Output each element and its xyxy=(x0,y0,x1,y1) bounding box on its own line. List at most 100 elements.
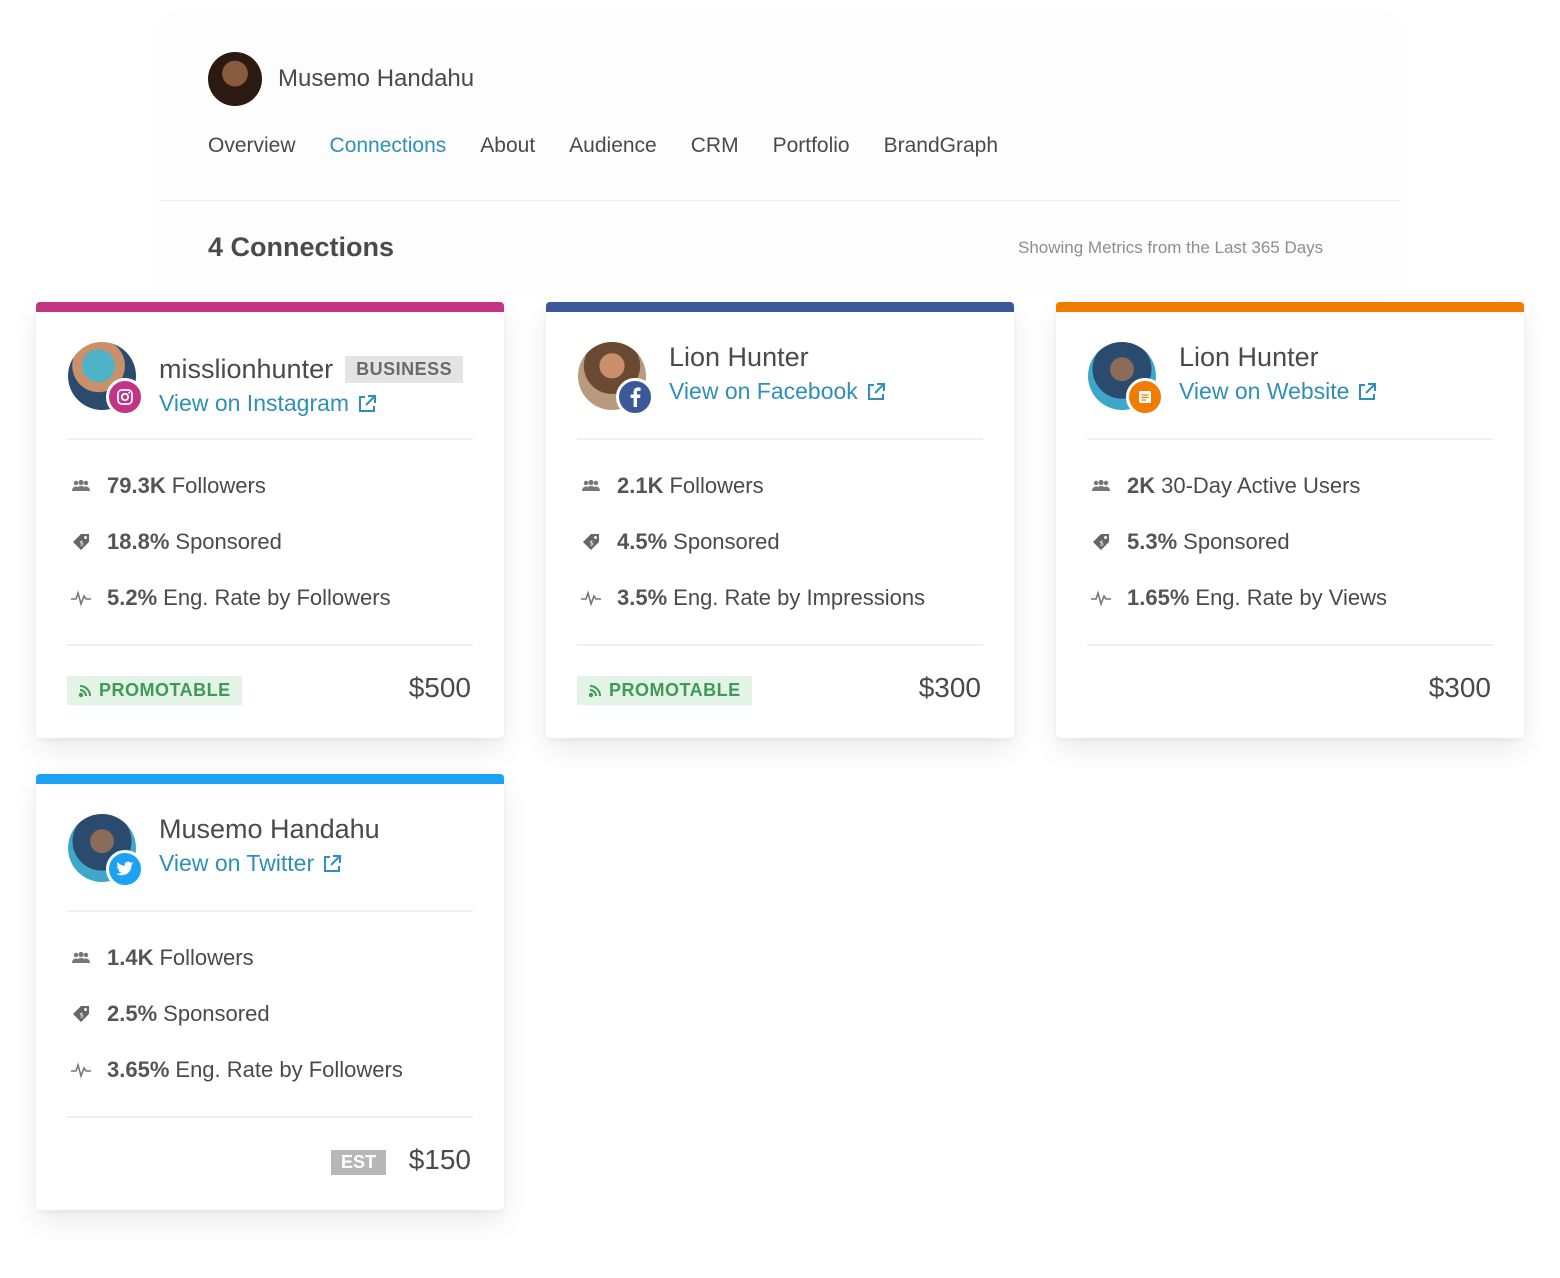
users-icon xyxy=(1090,479,1112,493)
stats-list: 2K 30-Day Active Users $ 5.3% Sponsored … xyxy=(1056,440,1524,644)
price: $300 xyxy=(1428,672,1491,703)
tab-overview[interactable]: Overview xyxy=(208,134,296,158)
price-tag-icon: $ xyxy=(70,532,92,552)
card-accent-bar xyxy=(36,774,504,784)
stat-label: Followers xyxy=(171,473,266,498)
view-on-instagram-link[interactable]: View on Instagram xyxy=(159,390,377,417)
stat-value: 3.65% xyxy=(107,1057,170,1082)
stat-sponsored: $ 4.5% Sponsored xyxy=(546,514,1014,570)
users-icon xyxy=(70,479,92,493)
card-accent-bar xyxy=(36,302,504,312)
stat-value: 2.5% xyxy=(107,1001,158,1026)
connection-card-twitter[interactable]: Musemo Handahu View on Twitter 1.4K Foll… xyxy=(36,774,504,1210)
tab-brandgraph[interactable]: BrandGraph xyxy=(884,134,998,158)
tab-connections[interactable]: Connections xyxy=(330,134,447,158)
connection-card-instagram[interactable]: misslionhunter BUSINESS View on Instagra… xyxy=(36,302,504,738)
stat-engagement: 3.5% Eng. Rate by Impressions xyxy=(546,570,1014,626)
price: $500 xyxy=(408,672,471,703)
promotable-badge: PROMOTABLE xyxy=(67,676,242,705)
stat-label: Eng. Rate by Impressions xyxy=(673,585,926,610)
stat-engagement: 3.65% Eng. Rate by Followers xyxy=(36,1042,504,1098)
promotable-icon xyxy=(78,684,91,697)
card-accent-bar xyxy=(546,302,1014,312)
price-tag-icon: $ xyxy=(580,532,602,552)
promotable-badge: PROMOTABLE xyxy=(577,676,752,705)
document-icon xyxy=(1139,391,1151,403)
external-link-icon xyxy=(1359,382,1377,400)
connection-title: Lion Hunter xyxy=(1179,342,1319,372)
view-link-label: View on Instagram xyxy=(159,390,350,416)
stat-label: Sponsored xyxy=(673,529,780,554)
pulse-icon xyxy=(1090,589,1112,607)
stat-value: 5.3% xyxy=(1127,529,1178,554)
stat-value: 4.5% xyxy=(617,529,668,554)
stat-value: 2.1K xyxy=(617,473,664,498)
svg-text:$: $ xyxy=(590,540,594,548)
stat-followers: 1.4K Followers xyxy=(36,930,504,986)
profile-header: Musemo Handahu xyxy=(208,52,474,106)
facebook-badge-icon xyxy=(616,378,654,416)
stats-list: 1.4K Followers $ 2.5% Sponsored 3.65% En… xyxy=(36,912,504,1116)
view-link-label: View on Twitter xyxy=(159,850,315,876)
users-icon xyxy=(580,479,602,493)
price-tag-icon: $ xyxy=(70,1004,92,1024)
stat-label: 30-Day Active Users xyxy=(1161,473,1361,498)
promotable-label: PROMOTABLE xyxy=(99,680,231,700)
twitter-icon xyxy=(116,861,134,876)
external-link-icon xyxy=(867,382,885,400)
stat-label: Followers xyxy=(669,473,764,498)
tab-portfolio[interactable]: Portfolio xyxy=(773,134,850,158)
header-divider xyxy=(160,200,1400,201)
estimate-badge: EST xyxy=(330,1150,386,1175)
stat-value: 2K xyxy=(1127,473,1156,498)
avatar[interactable] xyxy=(208,52,262,106)
stat-label: Sponsored xyxy=(175,529,282,554)
stat-followers: 79.3K Followers xyxy=(36,458,504,514)
connection-title: Musemo Handahu xyxy=(159,814,380,844)
tab-audience[interactable]: Audience xyxy=(569,134,657,158)
view-link-label: View on Facebook xyxy=(669,378,858,404)
stat-value: 18.8% xyxy=(107,529,170,554)
connection-card-website[interactable]: Lion Hunter View on Website 2K 30-Day Ac… xyxy=(1056,302,1524,738)
stat-label: Eng. Rate by Followers xyxy=(163,585,391,610)
stat-value: 5.2% xyxy=(107,585,158,610)
stat-label: Followers xyxy=(159,945,254,970)
svg-text:$: $ xyxy=(1100,540,1104,548)
stat-value: 3.5% xyxy=(617,585,668,610)
stat-label: Sponsored xyxy=(1183,529,1290,554)
svg-text:$: $ xyxy=(80,1012,84,1020)
stat-active-users: 2K 30-Day Active Users xyxy=(1056,458,1524,514)
view-on-website-link[interactable]: View on Website xyxy=(1179,378,1377,405)
price: $300 xyxy=(918,672,981,703)
tab-about[interactable]: About xyxy=(480,134,535,158)
promotable-label: PROMOTABLE xyxy=(609,680,741,700)
stat-label: Eng. Rate by Followers xyxy=(175,1057,403,1082)
pulse-icon xyxy=(580,589,602,607)
external-link-icon xyxy=(324,854,342,872)
view-on-facebook-link[interactable]: View on Facebook xyxy=(669,378,886,405)
users-icon xyxy=(70,951,92,965)
view-link-label: View on Website xyxy=(1179,378,1350,404)
card-accent-bar xyxy=(1056,302,1524,312)
svg-text:$: $ xyxy=(80,540,84,548)
stat-value: 1.65% xyxy=(1127,585,1190,610)
tab-crm[interactable]: CRM xyxy=(691,134,739,158)
instagram-badge-icon xyxy=(106,378,144,416)
connections-count: 4 Connections xyxy=(208,232,395,262)
instagram-icon xyxy=(117,389,133,405)
stats-list: 79.3K Followers $ 18.8% Sponsored 5.2% E… xyxy=(36,440,504,644)
profile-tabs: Overview Connections About Audience CRM … xyxy=(208,134,1032,158)
stat-sponsored: $ 2.5% Sponsored xyxy=(36,986,504,1042)
stat-engagement: 5.2% Eng. Rate by Followers xyxy=(36,570,504,626)
connection-card-facebook[interactable]: Lion Hunter View on Facebook 2.1K Follow… xyxy=(546,302,1014,738)
view-on-twitter-link[interactable]: View on Twitter xyxy=(159,850,342,877)
pulse-icon xyxy=(70,589,92,607)
price-tag-icon: $ xyxy=(1090,532,1112,552)
connection-title: Lion Hunter xyxy=(669,342,809,372)
external-link-icon xyxy=(359,394,377,412)
stat-engagement: 1.65% Eng. Rate by Views xyxy=(1056,570,1524,626)
promotable-icon xyxy=(588,684,601,697)
price: $150 xyxy=(408,1144,471,1175)
website-badge-icon xyxy=(1126,378,1164,416)
stat-followers: 2.1K Followers xyxy=(546,458,1014,514)
